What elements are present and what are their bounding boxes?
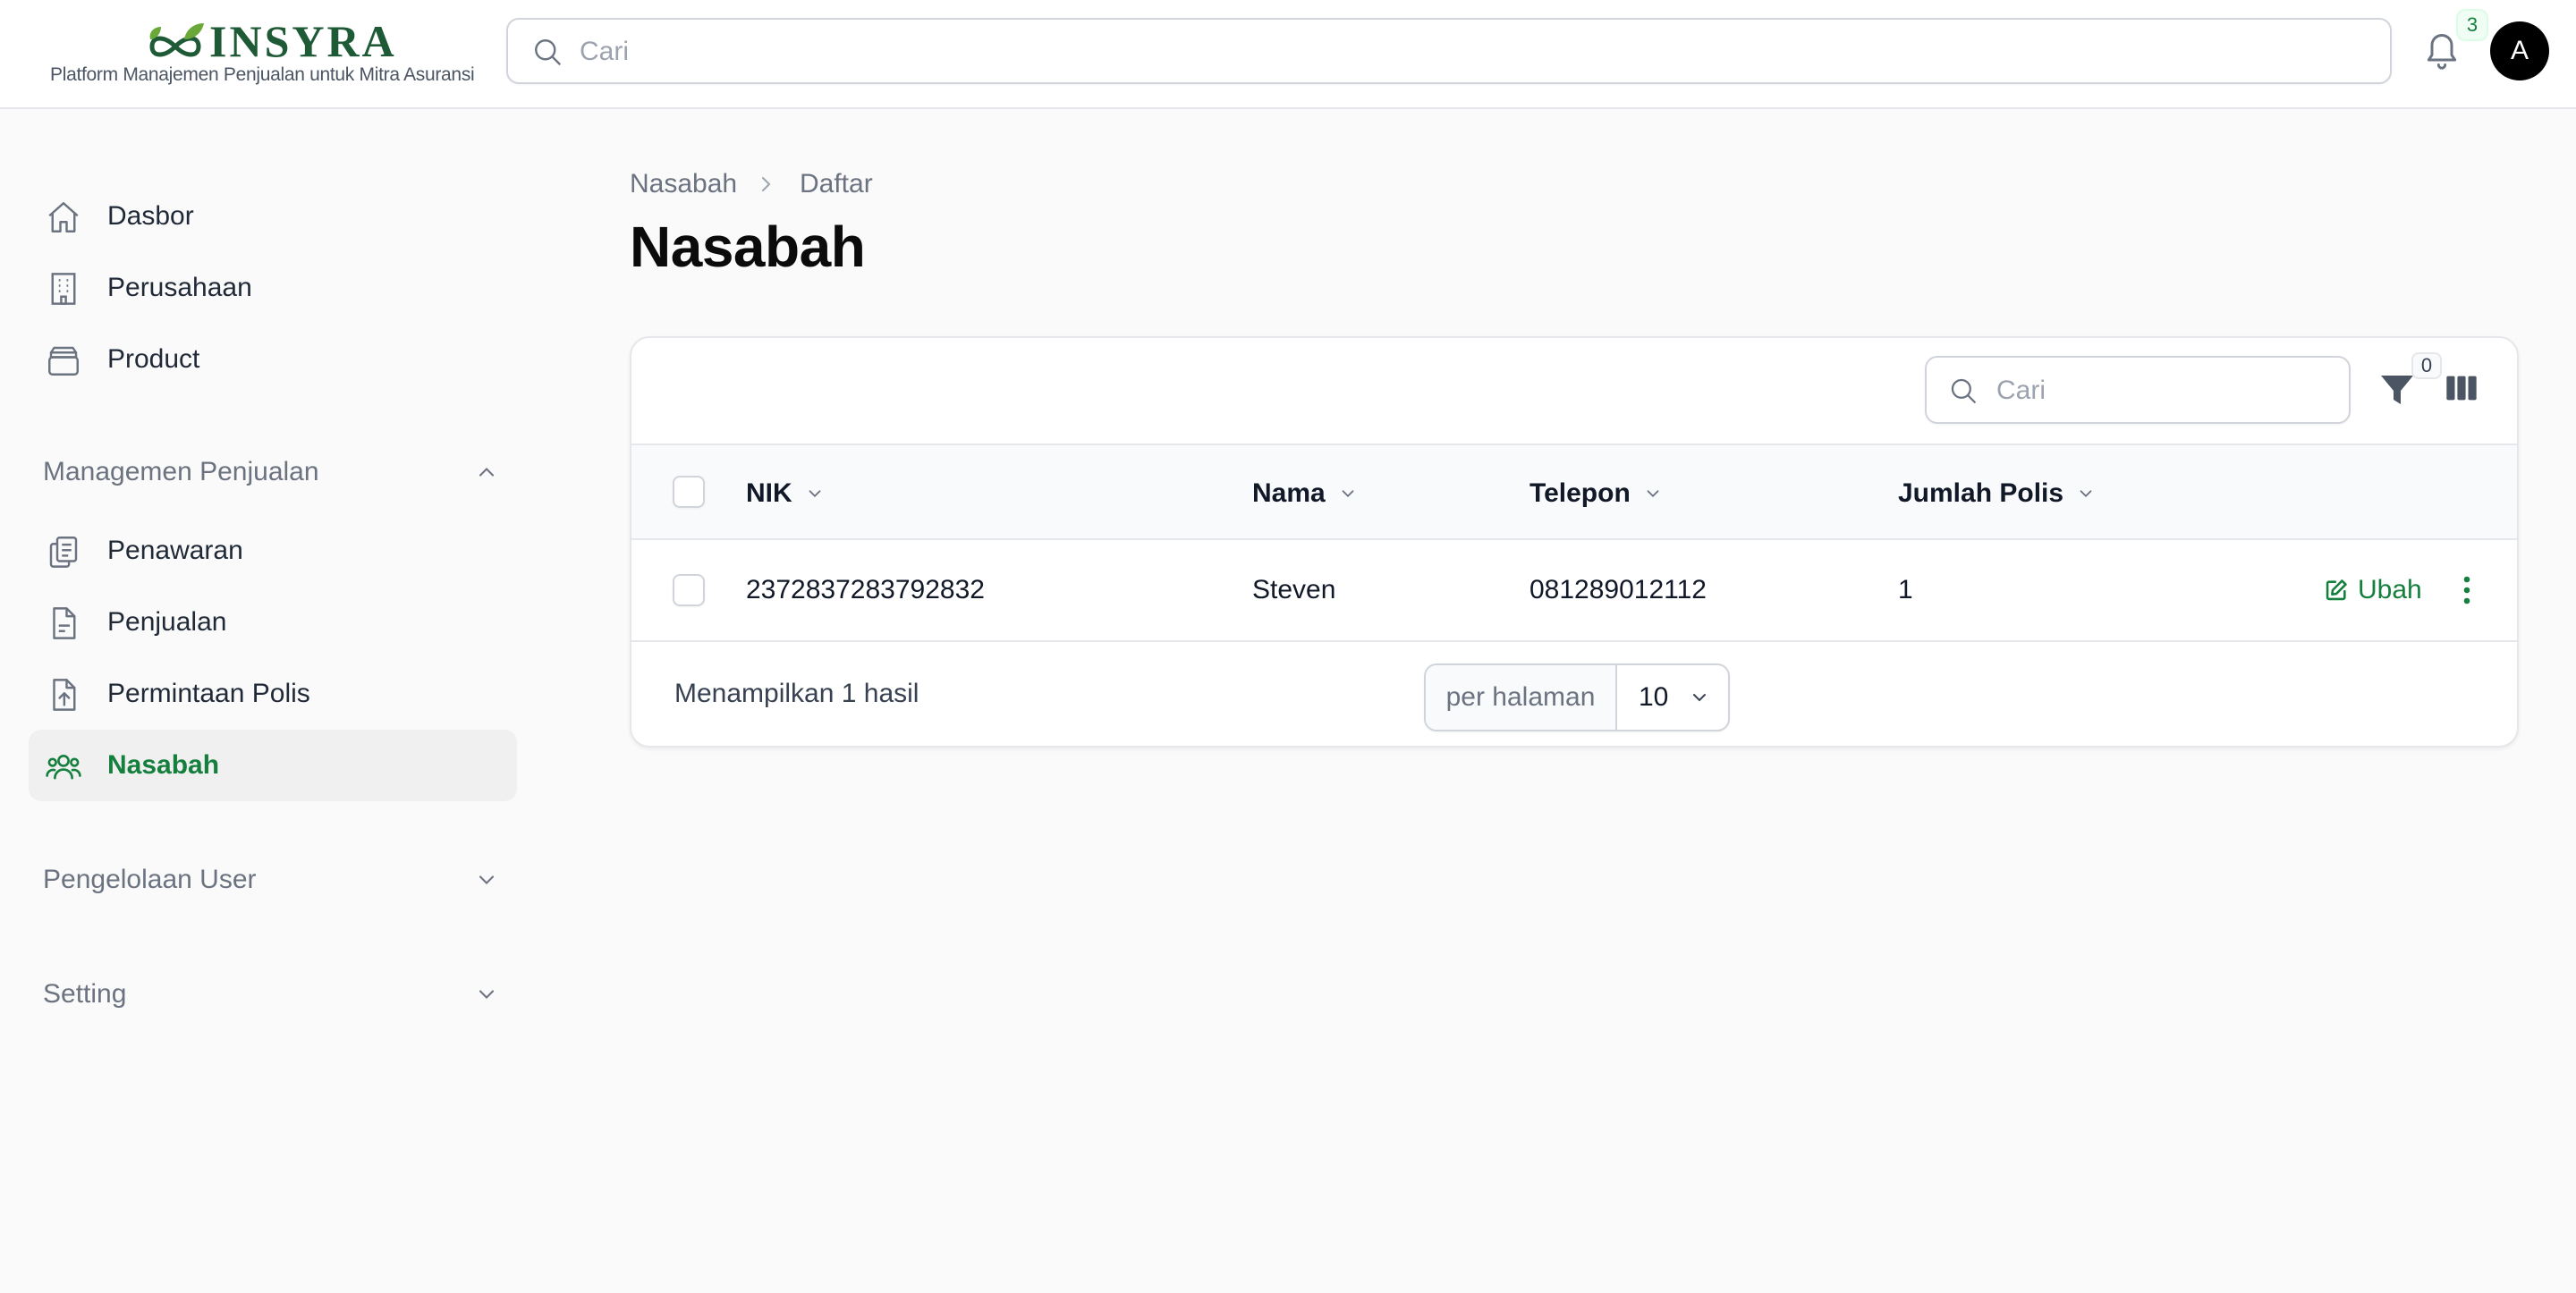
- column-header-nama[interactable]: Nama: [1252, 476, 1358, 511]
- chevron-right-icon: [762, 177, 771, 191]
- more-vertical-icon[interactable]: [2460, 574, 2474, 606]
- table-footer: Menampilkan 1 hasil per halaman 10: [631, 642, 2517, 746]
- sidebar-item-label: Nasabah: [107, 750, 220, 780]
- page-title: Nasabah: [630, 215, 866, 279]
- group-pengelolaan-user[interactable]: Pengelolaan User: [43, 860, 499, 900]
- building-icon: [51, 273, 76, 305]
- user-avatar[interactable]: A: [2490, 21, 2549, 80]
- search-placeholder: Cari: [580, 37, 630, 66]
- brand-name: INSYRA: [209, 16, 397, 66]
- brand-logo[interactable]: INSYRA Platform Manajemen Penjualan untu…: [50, 14, 475, 95]
- brand-tagline: Platform Manajemen Penjualan untuk Mitra…: [50, 64, 475, 85]
- table-search-input[interactable]: Cari: [1925, 356, 2351, 424]
- sidebar-item-label: Dasbor: [107, 201, 194, 231]
- edit-button[interactable]: Ubah: [2324, 572, 2422, 608]
- search-placeholder: Cari: [1996, 376, 2046, 405]
- cell-nik: 2372837283792832: [746, 575, 985, 604]
- per-page-select[interactable]: per halaman 10: [1424, 663, 1730, 731]
- stack-icon: [48, 346, 79, 376]
- cell-jumlah-polis: 1: [1898, 575, 1913, 604]
- column-label: Nama: [1252, 478, 1326, 508]
- search-icon: [535, 39, 561, 65]
- chevron-down-icon: [1693, 694, 1706, 702]
- breadcrumb-item-daftar: Daftar: [800, 169, 873, 199]
- group-label: Managemen Penjualan: [43, 457, 319, 486]
- chevron-up-icon: [479, 468, 495, 477]
- sidebar-item-penjualan[interactable]: Penjualan: [29, 587, 517, 658]
- column-header-nik[interactable]: NIK: [746, 476, 825, 511]
- clipboard-icon: [49, 537, 78, 568]
- sidebar-item-nasabah[interactable]: Nasabah: [29, 730, 517, 801]
- table-row: 2372837283792832 Steven 081289012112 1 U…: [631, 540, 2517, 642]
- filter-count-badge: 0: [2411, 352, 2442, 379]
- sidebar-item-perusahaan[interactable]: Perusahaan: [29, 252, 517, 324]
- column-header-telepon[interactable]: Telepon: [1530, 476, 1663, 511]
- column-header-jumlah-polis[interactable]: Jumlah Polis: [1898, 476, 2096, 511]
- edit-button-label: Ubah: [2358, 575, 2422, 604]
- group-label: Pengelolaan User: [43, 865, 257, 894]
- sidebar-item-label: Penawaran: [107, 536, 243, 565]
- sidebar-item-label: Permintaan Polis: [107, 679, 310, 708]
- sidebar-item-product[interactable]: Product: [29, 324, 517, 395]
- group-setting[interactable]: Setting: [43, 975, 499, 1014]
- document-icon: [53, 607, 76, 639]
- sort-chevron-icon: [1647, 490, 1659, 498]
- customers-table-card: Cari 0 NIK Nama Telepon Jumlah Polis 237…: [630, 336, 2519, 748]
- users-icon: [46, 754, 81, 780]
- home-icon: [48, 202, 79, 232]
- sort-chevron-icon: [2080, 490, 2092, 498]
- per-page-label: per halaman: [1426, 665, 1617, 730]
- column-label: Jumlah Polis: [1898, 478, 2064, 508]
- chevron-down-icon: [479, 875, 495, 884]
- sidebar-item-penawaran[interactable]: Penawaran: [29, 515, 517, 587]
- sidebar-item-label: Product: [107, 344, 200, 374]
- sort-chevron-icon: [1342, 490, 1354, 498]
- group-label: Setting: [43, 979, 127, 1009]
- sidebar: Dasbor Perusahaan Product Managemen Penj…: [0, 109, 555, 1293]
- infinity-leaf-logo-icon: [149, 23, 204, 57]
- column-label: Telepon: [1530, 478, 1631, 508]
- cell-telepon: 081289012112: [1530, 575, 1707, 604]
- row-checkbox[interactable]: [673, 574, 705, 606]
- global-search-input[interactable]: Cari: [506, 18, 2392, 84]
- sort-chevron-icon: [809, 490, 821, 498]
- top-bar: INSYRA Platform Manajemen Penjualan untu…: [0, 0, 2576, 109]
- breadcrumb-item-nasabah[interactable]: Nasabah: [630, 166, 737, 202]
- document-upload-icon: [53, 679, 76, 711]
- sidebar-item-dasbor[interactable]: Dasbor: [29, 181, 517, 252]
- column-label: NIK: [746, 478, 792, 508]
- sidebar-item-label: Penjualan: [107, 607, 227, 637]
- select-all-checkbox[interactable]: [673, 476, 705, 508]
- sidebar-item-label: Perusahaan: [107, 273, 252, 302]
- sidebar-item-permintaan-polis[interactable]: Permintaan Polis: [29, 658, 517, 730]
- cell-nama: Steven: [1252, 575, 1336, 604]
- table-header: NIK Nama Telepon Jumlah Polis: [631, 444, 2517, 540]
- columns-icon[interactable]: [2444, 370, 2479, 406]
- search-icon: [1951, 378, 1976, 403]
- chevron-down-icon: [479, 990, 495, 999]
- group-managemen-penjualan[interactable]: Managemen Penjualan: [43, 452, 499, 492]
- notification-count-badge: 3: [2456, 9, 2488, 41]
- per-page-value: 10: [1639, 682, 1669, 712]
- results-summary: Menampilkan 1 hasil: [674, 679, 919, 708]
- edit-icon: [2326, 579, 2347, 601]
